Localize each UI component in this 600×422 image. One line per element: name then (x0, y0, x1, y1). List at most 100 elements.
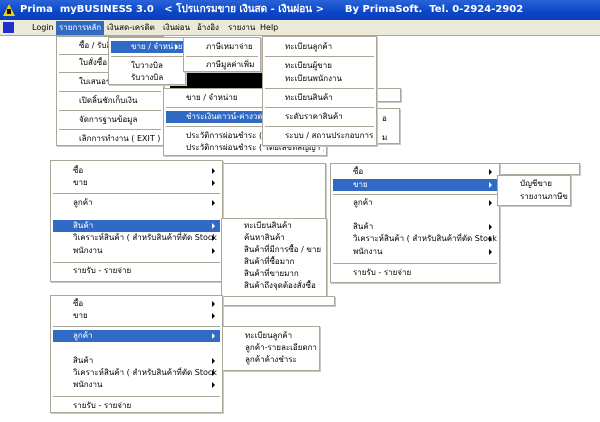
menu-item[interactable]: ทะเบียนลูกค้า (225, 330, 317, 342)
menu-item[interactable]: พนักงาน (333, 246, 497, 258)
menu-item[interactable]: พนักงาน (53, 245, 220, 257)
submenu-arrow-icon (489, 224, 492, 230)
partial-menu-text: ม (382, 133, 388, 142)
sale-submenu: ขาย / จำหน่ายใบวางบิลรับวางบิล (108, 37, 186, 85)
menu-item[interactable]: รายรับ - รายจ่าย (333, 267, 497, 279)
menu-item[interactable]: รายรับ - รายจ่าย (53, 265, 220, 277)
menu-item[interactable]: สินค้าที่ซื้อมาก (224, 256, 324, 268)
menu-item[interactable]: เปิดลิ้นชักเก็บเงิน (59, 95, 161, 107)
menu-item[interactable]: บัญชีขาย (500, 178, 568, 190)
menu-item[interactable]: จัดการฐานข้อมูล (59, 114, 161, 126)
menu-item[interactable]: ขาย (53, 177, 220, 189)
menu-item[interactable]: พนักงาน (53, 379, 220, 391)
menu-item-label: ชำระเงินดาวน์-ค่างวด (186, 112, 263, 121)
menu-item-label: ลูกค้าค้างชำระ (245, 355, 297, 364)
partial-menu-text: อ (382, 114, 387, 123)
window-title: Prima myBUSINESS 3.0 < โปรแกรมขาย เงินสด… (20, 4, 524, 15)
menu-login[interactable]: Login (29, 21, 57, 35)
menu-item[interactable]: ขาย (333, 179, 497, 191)
menu-item-label: รายงานภาษีขาย (520, 192, 568, 201)
menu-item[interactable]: ทะเบียนสินค้า (265, 92, 374, 104)
title-bar: Prima myBUSINESS 3.0 < โปรแกรมขาย เงินสด… (0, 0, 600, 20)
menu-item[interactable]: ซื้อ (53, 298, 220, 310)
submenu-arrow-icon (212, 248, 215, 254)
menu-item[interactable]: ใบวางบิล (111, 60, 183, 72)
menu-item[interactable]: ลูกค้า (333, 197, 497, 209)
menu-main-items[interactable]: รายการหลัก (56, 21, 105, 35)
menu-item[interactable]: ขาย (53, 310, 220, 322)
menu-item[interactable]: สินค้า (333, 221, 497, 233)
menu-item[interactable]: ทะเบียนสินค้า (224, 220, 324, 232)
sale-report-submenu: บัญชีขายรายงานภาษีขาย (497, 175, 571, 206)
menu-item[interactable]: รายรับ - รายจ่าย (53, 400, 220, 412)
menu-item[interactable]: รายงานภาษีขาย (500, 191, 568, 203)
menu-item[interactable]: วิเคราะห์สินค้า ( สำหรับสินค้าที่ตัด Sto… (53, 232, 220, 244)
menu-item-label: ทะเบียนผู้ขาย (285, 61, 332, 70)
product-submenu: ทะเบียนสินค้าค้นหาสินค้า สินค้าที่มีการซื… (221, 218, 327, 298)
submenu-arrow-icon (489, 182, 492, 188)
menu-item[interactable]: สินค้าถึงจุดต้องสั่งซื้อ (224, 280, 324, 292)
menu-item[interactable]: ทะเบียนพนักงาน (265, 73, 374, 85)
submenu-arrow-icon (212, 301, 215, 307)
menu-item-label: ใบวางบิล (131, 61, 163, 70)
menu-separator (265, 107, 374, 108)
reference-menu: ทะเบียนลูกค้าทะเบียนผู้ขายทะเบียนพนักงาน… (262, 36, 377, 146)
menu-item-label: ระบบ / สถานประกอบการ (285, 131, 374, 140)
customer-submenu: ทะเบียนลูกค้าลูกค้า-รายละเอียดการซื้อลูก… (222, 326, 320, 371)
menu-item[interactable]: ขาย / จำหน่าย (111, 41, 183, 53)
menu-item-label: รับวางบิล (131, 73, 164, 82)
menu-item[interactable]: ลูกค้าค้างชำระ (225, 354, 317, 366)
menu-item[interactable]: ซื้อ (53, 165, 220, 177)
menu-report[interactable]: รายงาน (225, 21, 258, 35)
menu-item[interactable]: ระบบ / สถานประกอบการ (265, 130, 374, 142)
menu-item[interactable]: วิเคราะห์สินค้า ( สำหรับสินค้าที่ตัด Sto… (333, 233, 497, 245)
menu-item[interactable]: ภาษีเหมาจ่าย (186, 41, 258, 53)
menu-cash-credit[interactable]: เงินสด-เครดิต (104, 21, 158, 35)
submenu-arrow-icon (212, 180, 215, 186)
menu-separator (265, 88, 374, 89)
menu-item-label: สินค้าที่ซื้อมาก (244, 257, 295, 266)
menu-item[interactable]: วิเคราะห์สินค้า ( สำหรับสินค้าที่ตัด Sto… (53, 367, 220, 379)
menu-separator (53, 326, 220, 327)
menu-item-label: รายรับ - รายจ่าย (73, 401, 132, 410)
menu-item-label: เลิกการทำงาน ( EXIT ) (79, 134, 161, 143)
menu-item[interactable]: รับวางบิล (111, 72, 183, 84)
menu-item[interactable]: ทะเบียนผู้ขาย (265, 60, 374, 72)
menu-help[interactable]: Help (257, 21, 281, 35)
submenu-arrow-icon (212, 358, 215, 364)
menu-item[interactable]: ทะเบียนลูกค้า (265, 41, 374, 53)
menu-reference[interactable]: อ้างอิง (194, 21, 222, 35)
app-menu-icon[interactable] (3, 22, 14, 33)
menu-item[interactable]: ภาษีมูลค่าเพิ่ม (186, 59, 258, 71)
menu-item-label: พนักงาน (73, 380, 103, 389)
menu-item[interactable]: ลูกค้า (53, 197, 220, 209)
menu-item[interactable]: ค้นหาสินค้า (224, 232, 324, 244)
menu-item[interactable]: เลิกการทำงาน ( EXIT ) (59, 133, 161, 145)
menu-separator (53, 396, 220, 397)
menu-item-label: ทะเบียนพนักงาน (285, 74, 342, 83)
menu-item[interactable]: ลูกค้า-รายละเอียดการซื้อ (225, 342, 317, 354)
menu-installment[interactable]: เงินผ่อน (160, 21, 193, 35)
menu-item[interactable]: สินค้า (53, 220, 220, 232)
menu-item-label: พนักงาน (353, 247, 383, 256)
menu-item[interactable]: สินค้าที่ขายมาก (224, 268, 324, 280)
menu-item-label: ภาษีเหมาจ่าย (206, 42, 253, 51)
menu-item[interactable]: สินค้า (53, 355, 220, 367)
menu-item-label: พนักงาน (73, 246, 103, 255)
menu-item-label: ทะเบียนสินค้า (244, 221, 292, 230)
menu-item[interactable]: ระดับราคาสินค้า (265, 111, 374, 123)
menu-item-label: ทะเบียนลูกค้า (285, 42, 333, 51)
menu-separator (53, 262, 220, 263)
menu-bar: Login รายการหลัก เงินสด-เครดิต เงินผ่อน … (0, 20, 600, 36)
menu-item-label: ขาย (73, 178, 88, 187)
menu-item-label: ซื้อ (73, 166, 84, 175)
report-menu-product: ซื้อขายลูกค้าสินค้า วิเคราะห์สินค้า ( สำห… (50, 160, 223, 282)
menu-item[interactable]: สินค้าที่มีการซื้อ / ขาย (224, 244, 324, 256)
menu-item-label: ขาย (73, 311, 88, 320)
submenu-arrow-icon (489, 200, 492, 206)
menu-item-label: สินค้า (73, 356, 94, 365)
report-menu-sale: ซื้อ ขายลูกค้าสินค้า วิเคราะห์สินค้า ( สำห… (330, 163, 500, 283)
submenu-arrow-icon (212, 333, 215, 339)
menu-item[interactable]: ลูกค้า (53, 330, 220, 342)
menu-item[interactable]: ซื้อ (333, 166, 497, 178)
